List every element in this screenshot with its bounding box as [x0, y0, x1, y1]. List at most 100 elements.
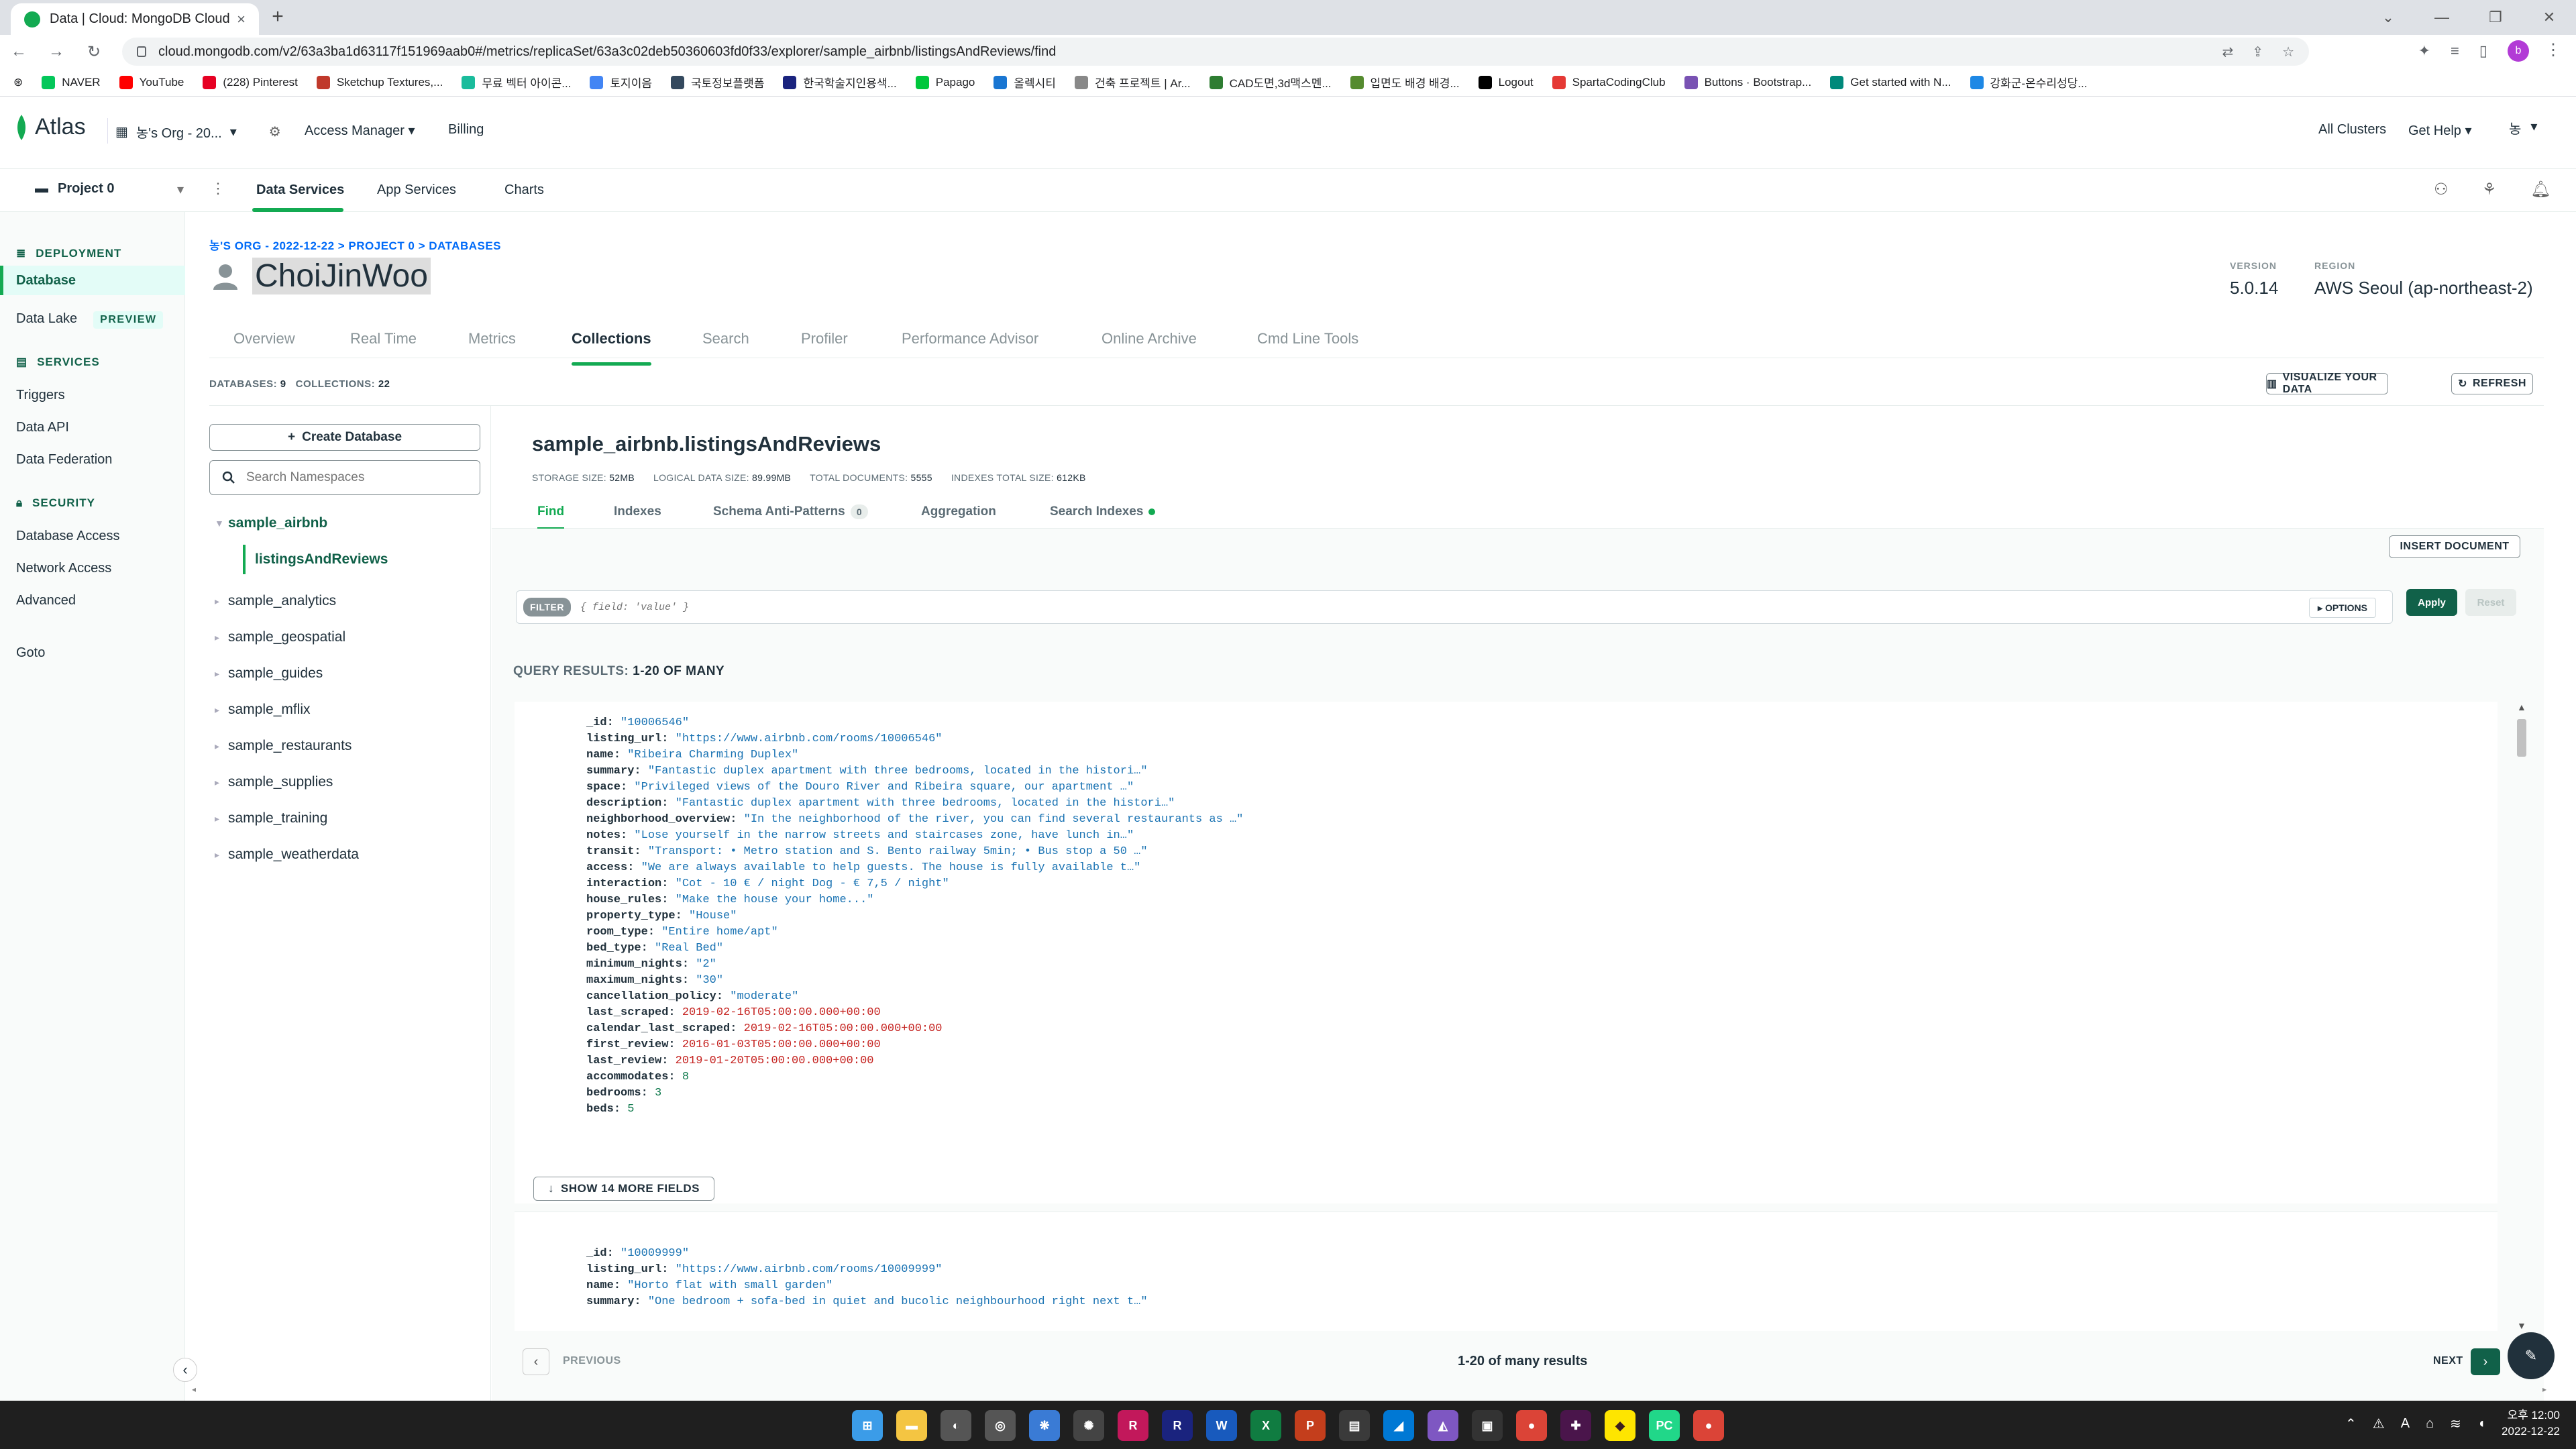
reset-button[interactable]: Reset — [2465, 589, 2516, 616]
bell-icon[interactable]: 🔔︎ — [2530, 180, 2551, 199]
app-blue-icon[interactable]: ❋ — [1029, 1410, 1060, 1441]
next-label[interactable]: NEXT — [2433, 1355, 2463, 1367]
scroll-thumb[interactable] — [2517, 719, 2526, 757]
translate-icon[interactable]: ⇄ — [2222, 44, 2234, 60]
extensions-icon[interactable]: ✦ — [2418, 42, 2430, 60]
tab-schema-anti-patterns[interactable]: Schema Anti-Patterns 0 — [713, 504, 868, 519]
visualize-data-button[interactable]: ▥ VISUALIZE YOUR DATA — [2266, 372, 2388, 395]
results-scrollbar[interactable]: ▲ ▼ — [2515, 702, 2528, 1331]
next-page-button[interactable]: › — [2471, 1348, 2500, 1375]
excel-icon[interactable]: X — [1250, 1410, 1281, 1441]
scroll-left-icon[interactable]: ◂ — [192, 1385, 196, 1394]
chrome-2-icon[interactable]: ● — [1693, 1410, 1724, 1441]
user-menu[interactable]: 농 ▾ — [2509, 118, 2537, 138]
bookmark-star-icon[interactable]: ☆ — [2282, 44, 2294, 60]
sidebar-item-database[interactable]: Database — [0, 266, 185, 295]
document-card[interactable]: _id: "10006546" listing_url: "https://www… — [515, 702, 2498, 1203]
org-selector[interactable]: ▦ 농's Org - 20... ▾ ⚙ — [107, 118, 281, 144]
sidebar-item-data-federation[interactable]: Data Federation — [16, 452, 112, 468]
bookmark-item[interactable]: 국토정보플랫폼 — [670, 74, 764, 91]
tab-find[interactable]: Find — [537, 504, 565, 530]
back-icon[interactable]: ← — [0, 35, 38, 68]
tab-data-services[interactable]: Data Services — [256, 182, 344, 198]
db-item-sample-training[interactable]: ▸ sample_training — [215, 810, 327, 826]
tab-search[interactable]: Search — [702, 330, 749, 347]
horizontal-scrollbar[interactable]: ◂ ▸ — [192, 1382, 2546, 1398]
sidebar-item-data-api[interactable]: Data API — [16, 420, 69, 435]
new-tab-button[interactable]: + — [266, 5, 290, 30]
share-icon[interactable]: ⇪ — [2252, 44, 2263, 60]
tab-search-indexes[interactable]: Search Indexes — [1050, 504, 1156, 519]
db-item-sample-mflix[interactable]: ▸ sample_mflix — [215, 702, 311, 718]
chevron-up-icon[interactable]: ⌃ — [2345, 1415, 2357, 1432]
breadcrumb[interactable]: 농'S ORG - 2022-12-22 > PROJECT 0 > DATAB… — [209, 236, 501, 253]
db-item-sample-geospatial[interactable]: ▸ sample_geospatial — [215, 629, 345, 645]
bookmark-item[interactable]: 토지이음 — [590, 74, 652, 91]
apply-button[interactable]: Apply — [2406, 589, 2457, 616]
tab-collections[interactable]: Collections — [572, 330, 651, 366]
powerpoint-icon[interactable]: P — [1295, 1410, 1326, 1441]
scroll-right-icon[interactable]: ▸ — [2542, 1385, 2546, 1394]
warning-icon[interactable]: ⚠ — [2373, 1415, 2385, 1432]
chevron-down-icon[interactable]: ⌄ — [2361, 0, 2415, 35]
bookmark-item[interactable]: 올렉시티 — [994, 74, 1056, 91]
sidebar-item-data-lake[interactable]: Data Lake PREVIEW — [16, 311, 164, 329]
gear-icon[interactable]: ⚙ — [269, 123, 281, 140]
file-explorer-icon[interactable]: ▬ — [896, 1410, 927, 1441]
browser-menu-icon[interactable]: ⋮ — [2545, 40, 2561, 60]
kakaotalk-icon[interactable]: ◆ — [1605, 1410, 1635, 1441]
reload-icon[interactable]: ↻ — [75, 35, 113, 68]
filter-input[interactable] — [580, 601, 2190, 613]
db-item-sample-airbnb[interactable]: ▼ sample_airbnb — [215, 515, 327, 531]
db-item-sample-analytics[interactable]: ▸ sample_analytics — [215, 593, 336, 609]
app-rider-blue-icon[interactable]: R — [1162, 1410, 1193, 1441]
document-card[interactable]: _id: "10009999" listing_url: "https://www… — [515, 1212, 2498, 1331]
word-icon[interactable]: W — [1206, 1410, 1237, 1441]
bookmark-item[interactable]: CAD도면,3d맥스멘... — [1209, 74, 1332, 91]
tab-real-time[interactable]: Real Time — [350, 330, 417, 347]
collapse-sidebar-button[interactable]: ‹ — [173, 1358, 197, 1382]
sidebar-item-database-access[interactable]: Database Access — [16, 529, 120, 544]
pycharm-icon[interactable]: PC — [1649, 1410, 1680, 1441]
tab-cmd-line-tools[interactable]: Cmd Line Tools — [1257, 330, 1358, 347]
profile-avatar[interactable]: b — [2508, 40, 2529, 62]
chat-support-button[interactable]: ✎ — [2508, 1332, 2555, 1379]
ime-indicator[interactable]: A — [2401, 1416, 2410, 1432]
clock[interactable]: 오후 12:00 2022-12-22 — [2502, 1407, 2560, 1440]
apps-icon[interactable]: ⊛ — [13, 76, 23, 89]
app-rider-icon[interactable]: R — [1118, 1410, 1148, 1441]
wifi-icon[interactable]: ≋ — [2450, 1415, 2461, 1432]
db-item-sample-guides[interactable]: ▸ sample_guides — [215, 665, 323, 682]
show-more-fields-button[interactable]: ↓ SHOW 14 MORE FIELDS — [533, 1177, 714, 1201]
chrome-1-icon[interactable]: ● — [1516, 1410, 1547, 1441]
insert-document-button[interactable]: INSERT DOCUMENT — [2389, 535, 2520, 558]
app-affinity-icon[interactable]: ◭ — [1428, 1410, 1458, 1441]
bookmark-item[interactable]: Logout — [1478, 75, 1534, 89]
atlas-logo[interactable]: Atlas — [15, 114, 86, 140]
app-circle-2-icon[interactable]: ◎ — [985, 1410, 1016, 1441]
bookmark-item[interactable]: NAVER — [42, 75, 101, 89]
access-manager-menu[interactable]: Access Manager ▾ — [305, 122, 415, 139]
invite-user-icon[interactable]: ⚇ — [2434, 180, 2449, 199]
options-button[interactable]: ▸ OPTIONS — [2309, 598, 2376, 618]
bookmark-item[interactable]: Sketchup Textures,... — [316, 75, 443, 89]
tab-online-archive[interactable]: Online Archive — [1102, 330, 1197, 347]
volume-icon[interactable]: ◖ — [2477, 1416, 2485, 1432]
sidebar-item-goto[interactable]: Goto — [16, 645, 45, 661]
tab-overview[interactable]: Overview — [233, 330, 295, 347]
collection-item-listings-and-reviews[interactable]: listingsAndReviews — [243, 545, 388, 574]
bookmark-item[interactable]: Get started with N... — [1830, 75, 1951, 89]
browser-tab[interactable]: Data | Cloud: MongoDB Cloud × — [11, 3, 259, 35]
bookmark-item[interactable]: 강화군-온수리성당... — [1970, 74, 2087, 91]
previous-page-button[interactable]: ‹ — [523, 1348, 549, 1375]
app-azure-icon[interactable]: ◢ — [1383, 1410, 1414, 1441]
tab-performance-advisor[interactable]: Performance Advisor — [902, 330, 1038, 347]
db-item-sample-supplies[interactable]: ▸ sample_supplies — [215, 774, 333, 790]
sidebar-item-advanced[interactable]: Advanced — [16, 593, 76, 608]
app-gear-icon[interactable]: ✺ — [1073, 1410, 1104, 1441]
previous-label[interactable]: PREVIOUS — [563, 1355, 621, 1367]
bookmark-item[interactable]: 입면도 배경 배경... — [1350, 74, 1460, 91]
bookmark-item[interactable]: YouTube — [119, 75, 184, 89]
bookmark-item[interactable]: Papago — [915, 75, 975, 89]
scroll-down-icon[interactable]: ▼ — [2517, 1320, 2526, 1331]
